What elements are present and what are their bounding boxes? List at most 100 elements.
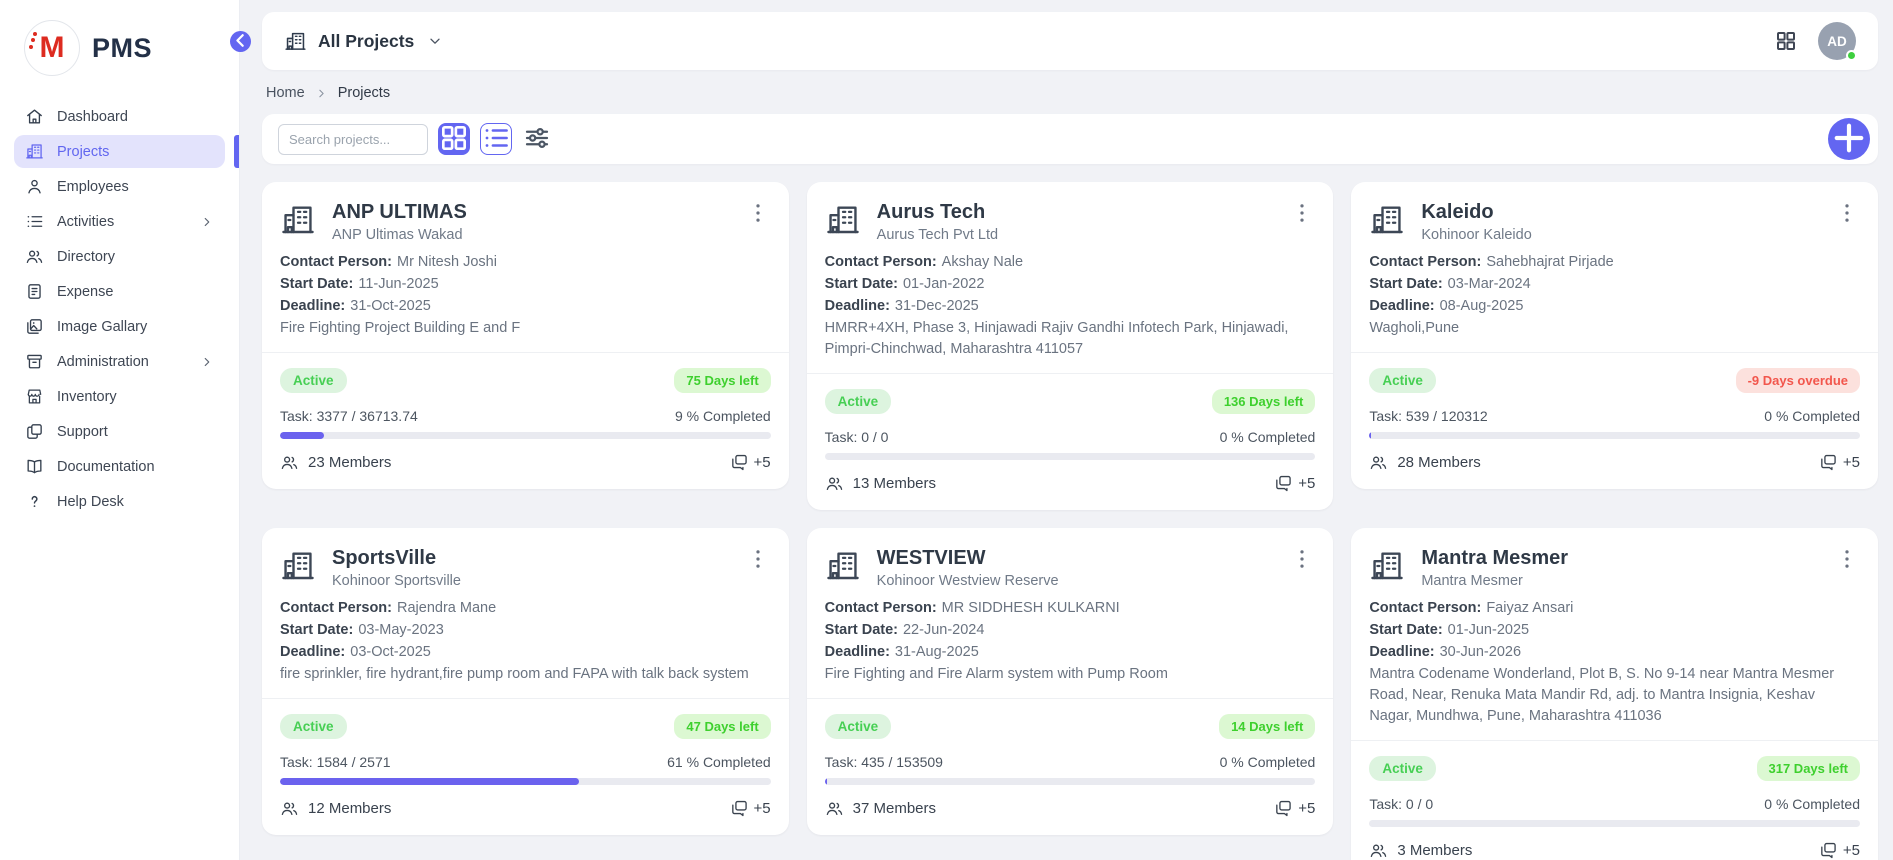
start-date-value: 22-Jun-2024 bbox=[903, 622, 984, 638]
card-menu-button[interactable] bbox=[1289, 546, 1315, 572]
sidebar-item-label: Dashboard bbox=[57, 109, 128, 125]
start-date-label: Start Date: bbox=[825, 622, 898, 638]
chat-icon bbox=[1273, 798, 1293, 818]
chat-count-label: +5 bbox=[1843, 842, 1860, 859]
status-badge: Active bbox=[280, 368, 347, 393]
sidebar-item-expense[interactable]: Expense bbox=[14, 275, 225, 308]
project-description: Mantra Codename Wonderland, Plot B, S. N… bbox=[1369, 664, 1860, 727]
deadline-value: 03-Oct-2025 bbox=[350, 644, 431, 660]
card-menu-button[interactable] bbox=[1289, 200, 1315, 226]
comments-count[interactable]: +5 bbox=[1818, 452, 1860, 472]
progress-bar bbox=[280, 432, 771, 439]
sidebar-item-support[interactable]: Support bbox=[14, 415, 225, 448]
comments-count[interactable]: +5 bbox=[729, 798, 771, 818]
members-icon bbox=[280, 799, 299, 818]
project-subtitle: Kohinoor Kaleido bbox=[1421, 227, 1818, 243]
project-card[interactable]: Kaleido Kohinoor Kaleido Contact Person:… bbox=[1351, 182, 1878, 489]
percent-completed: 61 % Completed bbox=[667, 754, 771, 770]
building-icon bbox=[825, 202, 861, 238]
percent-completed: 0 % Completed bbox=[1764, 408, 1860, 424]
deadline-value: 08-Aug-2025 bbox=[1440, 298, 1524, 314]
sidebar-item-directory[interactable]: Directory bbox=[14, 240, 225, 273]
percent-completed: 0 % Completed bbox=[1764, 796, 1860, 812]
image-icon bbox=[25, 317, 44, 336]
sidebar-item-label: Documentation bbox=[57, 459, 155, 475]
comments-count[interactable]: +5 bbox=[1818, 840, 1860, 860]
book-icon bbox=[25, 457, 44, 476]
card-menu-button[interactable] bbox=[745, 546, 771, 572]
comments-count[interactable]: +5 bbox=[1273, 473, 1315, 493]
add-project-button[interactable] bbox=[1828, 118, 1870, 160]
days-left-badge: 317 Days left bbox=[1757, 756, 1861, 781]
avatar[interactable]: AD bbox=[1818, 22, 1856, 60]
sidebar-item-help-desk[interactable]: Help Desk bbox=[14, 485, 225, 518]
sidebar-item-employees[interactable]: Employees bbox=[14, 170, 225, 203]
apps-grid-button[interactable] bbox=[1774, 29, 1798, 53]
chat-icon bbox=[1273, 473, 1293, 493]
sidebar-item-image-gallary[interactable]: Image Gallary bbox=[14, 310, 225, 343]
chat-icon bbox=[1818, 452, 1838, 472]
sidebar-item-dashboard[interactable]: Dashboard bbox=[14, 100, 225, 133]
project-description: fire sprinkler, fire hydrant,fire pump r… bbox=[280, 664, 771, 685]
members-label: 28 Members bbox=[1397, 454, 1480, 471]
project-card[interactable]: Aurus Tech Aurus Tech Pvt Ltd Contact Pe… bbox=[807, 182, 1334, 510]
grid-view-button[interactable] bbox=[438, 123, 470, 155]
card-menu-button[interactable] bbox=[1834, 546, 1860, 572]
project-cards-grid: ANP ULTIMAS ANP Ultimas Wakad Contact Pe… bbox=[262, 182, 1878, 860]
project-description: Wagholi,Pune bbox=[1369, 318, 1860, 339]
breadcrumb-current: Projects bbox=[338, 85, 390, 101]
days-left-badge: 14 Days left bbox=[1219, 714, 1315, 739]
project-switcher[interactable]: All Projects bbox=[284, 30, 443, 53]
kebab-icon bbox=[1834, 560, 1860, 575]
archive-icon bbox=[25, 352, 44, 371]
sidebar-item-documentation[interactable]: Documentation bbox=[14, 450, 225, 483]
sidebar-item-activities[interactable]: Activities bbox=[14, 205, 225, 238]
percent-completed: 0 % Completed bbox=[1220, 429, 1316, 445]
card-menu-button[interactable] bbox=[1834, 200, 1860, 226]
progress-bar bbox=[280, 778, 771, 785]
list-view-button[interactable] bbox=[480, 123, 512, 155]
members-label: 13 Members bbox=[853, 475, 936, 492]
sidebar-item-label: Administration bbox=[57, 354, 149, 370]
members-icon bbox=[825, 799, 844, 818]
contact-label: Contact Person: bbox=[280, 600, 392, 616]
project-description: Fire Fighting and Fire Alarm system with… bbox=[825, 664, 1316, 685]
chat-count-label: +5 bbox=[754, 800, 771, 817]
task-count: Task: 0 / 0 bbox=[1369, 796, 1433, 812]
plus-icon bbox=[1828, 117, 1870, 162]
card-menu-button[interactable] bbox=[745, 200, 771, 226]
progress-bar bbox=[825, 453, 1316, 460]
chevron-right-icon bbox=[315, 87, 328, 100]
sidebar: M PMS Dashboard Projects Employees Activ… bbox=[0, 0, 240, 860]
building-icon bbox=[280, 548, 316, 584]
contact-value: Sahebhajrat Pirjade bbox=[1486, 254, 1613, 270]
chevron-left-icon bbox=[230, 30, 251, 54]
task-count: Task: 539 / 120312 bbox=[1369, 408, 1487, 424]
sidebar-collapse-button[interactable] bbox=[230, 31, 251, 52]
contact-value: Mr Nitesh Joshi bbox=[397, 254, 497, 270]
project-card[interactable]: WESTVIEW Kohinoor Westview Reserve Conta… bbox=[807, 528, 1334, 835]
comments-count[interactable]: +5 bbox=[1273, 798, 1315, 818]
members-label: 3 Members bbox=[1397, 842, 1472, 859]
members-count: 12 Members bbox=[280, 799, 391, 818]
app-title: PMS bbox=[92, 33, 152, 64]
percent-completed: 9 % Completed bbox=[675, 408, 771, 424]
progress-bar bbox=[825, 778, 1316, 785]
sidebar-item-projects[interactable]: Projects bbox=[14, 135, 225, 168]
deadline-label: Deadline: bbox=[1369, 298, 1434, 314]
chat-count-label: +5 bbox=[1298, 800, 1315, 817]
comments-count[interactable]: +5 bbox=[729, 452, 771, 472]
project-card[interactable]: ANP ULTIMAS ANP Ultimas Wakad Contact Pe… bbox=[262, 182, 789, 489]
search-input[interactable] bbox=[278, 124, 428, 155]
contact-value: Akshay Nale bbox=[942, 254, 1023, 270]
project-card[interactable]: Mantra Mesmer Mantra Mesmer Contact Pers… bbox=[1351, 528, 1878, 860]
breadcrumb-home[interactable]: Home bbox=[266, 85, 305, 101]
chevron-right-icon bbox=[200, 215, 214, 229]
project-card[interactable]: SportsVille Kohinoor Sportsville Contact… bbox=[262, 528, 789, 835]
receipt-icon bbox=[25, 282, 44, 301]
filter-button[interactable] bbox=[522, 123, 552, 155]
sidebar-item-label: Image Gallary bbox=[57, 319, 147, 335]
sidebar-item-administration[interactable]: Administration bbox=[14, 345, 225, 378]
person-icon bbox=[25, 177, 44, 196]
sidebar-item-inventory[interactable]: Inventory bbox=[14, 380, 225, 413]
